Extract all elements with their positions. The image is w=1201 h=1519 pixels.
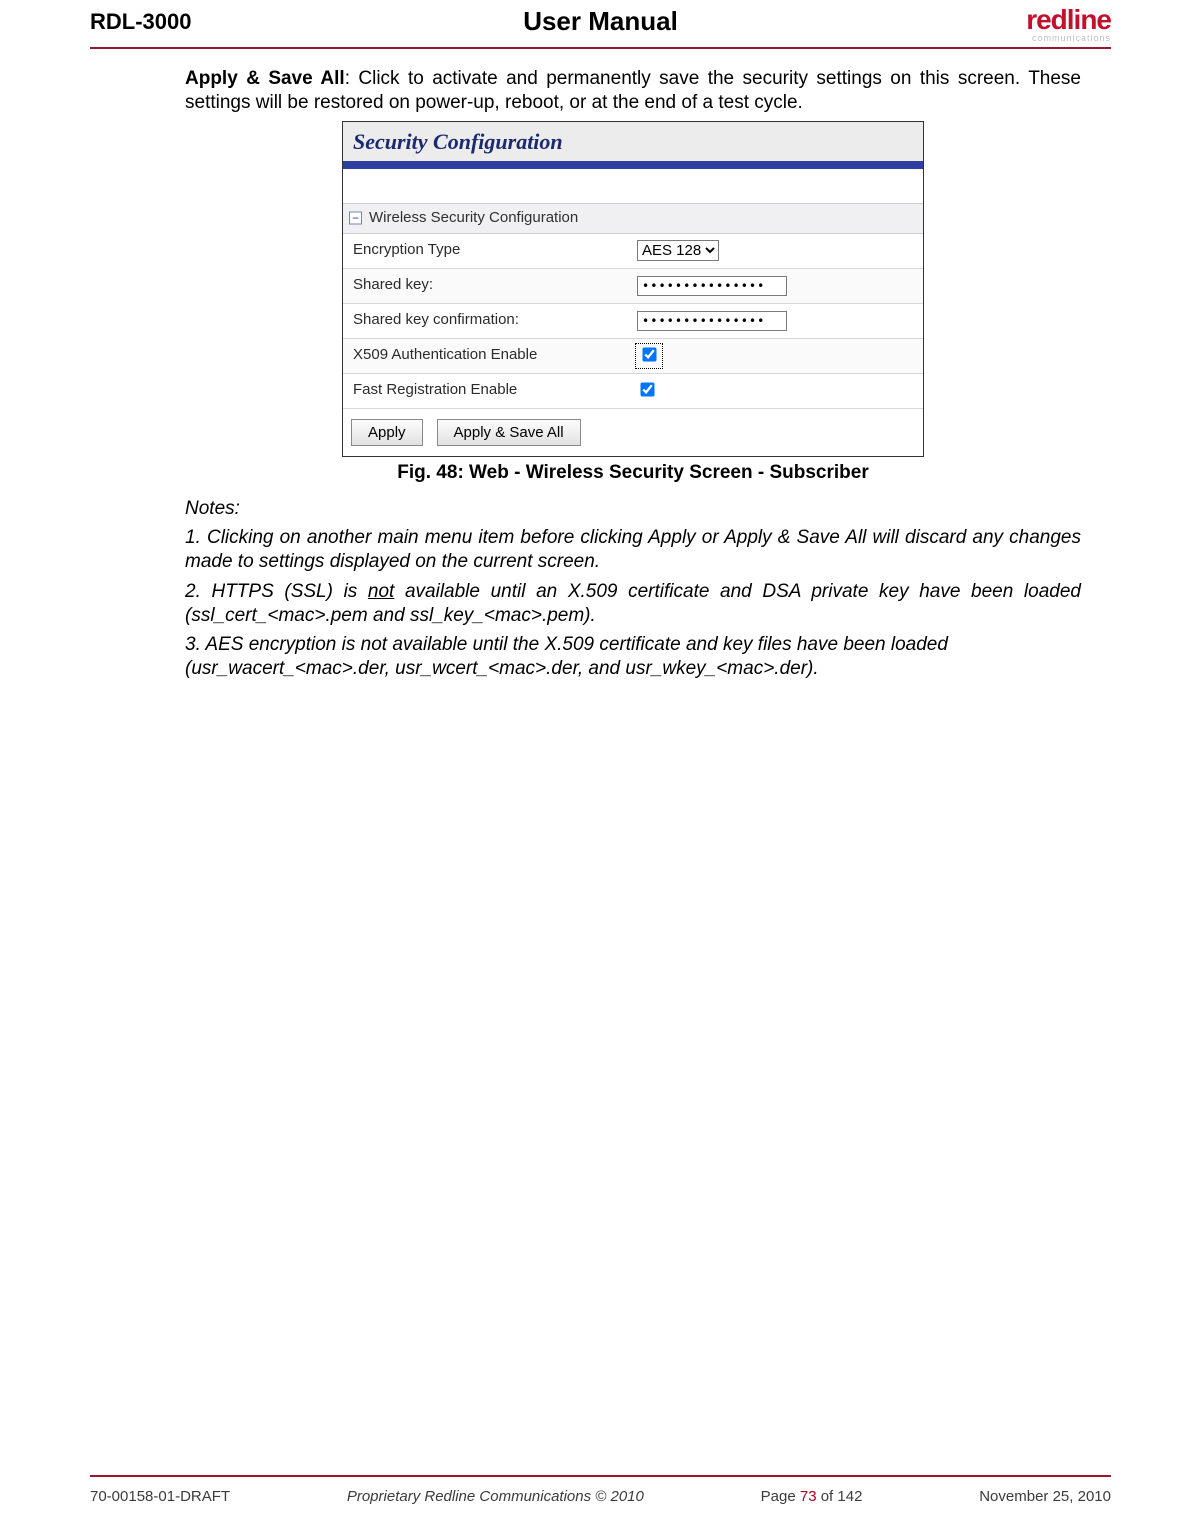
note-2-pre: 2. HTTPS (SSL) is [185,581,368,602]
brand-logo: redline communications [1026,6,1111,43]
panel-accent-bar [343,161,923,169]
note-3: 3. AES encryption is not available until… [185,633,1081,681]
doc-title: User Manual [523,6,678,37]
apply-save-all-button[interactable]: Apply & Save All [437,419,581,446]
figure-caption: Fig. 48: Web - Wireless Security Screen … [185,461,1081,485]
row-x509-enable: X509 Authentication Enable [343,339,923,374]
x509-checkbox-focus [637,345,661,367]
footer-page-pre: Page [761,1488,800,1505]
collapse-icon[interactable]: − [349,212,362,225]
figure-caption-text: : Web - Wireless Security Screen - Subsc… [457,462,868,483]
footer-docnum: 70-00158-01-DRAFT [90,1488,230,1505]
x509-enable-checkbox[interactable] [642,347,656,361]
notes-heading: Notes: [185,497,1081,521]
section-header[interactable]: − Wireless Security Configuration [343,203,923,234]
intro-paragraph: Apply & Save All: Click to activate and … [185,67,1081,115]
shared-key-label: Shared key: [343,276,633,295]
row-shared-key-confirm: Shared key confirmation: [343,304,923,339]
doc-model: RDL-3000 [90,9,191,35]
row-encryption-type: Encryption Type AES 128 [343,234,923,269]
page-header: RDL-3000 User Manual redline communicati… [90,0,1111,47]
footer-copyright: Proprietary Redline Communications © 201… [347,1488,644,1505]
shared-key-confirm-label: Shared key confirmation: [343,311,633,330]
note-2: 2. HTTPS (SSL) is not available until an… [185,580,1081,628]
footer-page: Page 73 of 142 [761,1488,863,1505]
content-area: Apply & Save All: Click to activate and … [90,67,1111,681]
panel-gap [343,169,923,203]
encryption-type-select[interactable]: AES 128 [637,240,719,261]
note-1: 1. Clicking on another main menu item be… [185,526,1081,574]
footer-date: November 25, 2010 [979,1488,1111,1505]
row-shared-key: Shared key: [343,269,923,304]
logo-subtext: communications [1026,34,1111,43]
fast-registration-label: Fast Registration Enable [343,381,633,400]
page-footer: 70-00158-01-DRAFT Proprietary Redline Co… [90,1488,1111,1505]
header-rule [90,47,1111,49]
figure-number: Fig. 48 [397,462,457,483]
logo-text: redline [1026,6,1111,34]
shared-key-confirm-input[interactable] [637,311,787,331]
button-bar: Apply Apply & Save All [343,409,923,456]
footer-page-total: 142 [837,1488,862,1505]
fast-registration-checkbox[interactable] [640,382,654,396]
apply-button[interactable]: Apply [351,419,423,446]
section-header-label: Wireless Security Configuration [369,209,578,226]
note-2-not: not [368,581,394,602]
footer-page-current: 73 [800,1488,817,1505]
security-config-screenshot: Security Configuration − Wireless Securi… [342,121,924,457]
figure-wrap: Security Configuration − Wireless Securi… [185,121,1081,485]
shared-key-input[interactable] [637,276,787,296]
footer-page-mid: of [817,1488,838,1505]
page: RDL-3000 User Manual redline communicati… [0,0,1201,1519]
panel-title: Security Configuration [343,122,923,162]
encryption-type-label: Encryption Type [343,241,633,260]
row-fast-registration: Fast Registration Enable [343,374,923,409]
intro-bold: Apply & Save All [185,68,345,89]
x509-enable-label: X509 Authentication Enable [343,346,633,365]
footer-rule [90,1475,1111,1477]
